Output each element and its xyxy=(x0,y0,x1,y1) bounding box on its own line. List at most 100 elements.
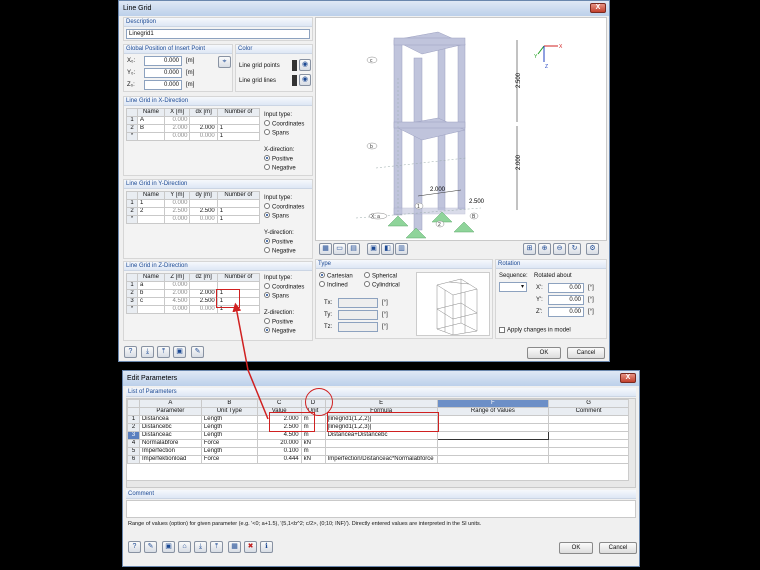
table-row[interactable]: 5 Imperfection Length 0.100 m xyxy=(127,447,629,456)
description-input[interactable]: Linegrid1 xyxy=(126,29,310,39)
cell[interactable]: c xyxy=(137,297,165,306)
cell[interactable]: m xyxy=(300,431,326,440)
cell[interactable]: m xyxy=(300,447,326,456)
cell[interactable]: B xyxy=(137,124,165,133)
table-row-selected[interactable]: 3 Distanceac Length 4.500 m Distancea+Distanc… xyxy=(127,431,629,440)
cell[interactable]: a xyxy=(137,281,165,290)
cell[interactable]: Distancea xyxy=(138,415,202,424)
open-icon[interactable]: ⌂ xyxy=(178,541,191,553)
cell[interactable]: A xyxy=(137,116,165,125)
spans-radio[interactable]: Spans xyxy=(264,212,289,220)
x0-input[interactable]: 0.000 xyxy=(144,56,182,66)
rotate-view-icon[interactable]: ↻ xyxy=(568,243,581,255)
z0-input[interactable]: 0.000 xyxy=(144,80,182,90)
cell[interactable]: 2 xyxy=(137,207,165,216)
cell[interactable]: Normalabfore xyxy=(138,439,202,448)
cell[interactable]: 2.500 xyxy=(189,207,218,216)
cell[interactable]: 0.000 xyxy=(189,215,218,224)
render-icon[interactable]: ◧ xyxy=(381,243,394,255)
cylindrical-radio[interactable]: Cylindrical xyxy=(364,281,400,289)
grid-points-color-swatch[interactable] xyxy=(292,60,297,71)
save-icon[interactable]: ▣ xyxy=(162,541,175,553)
zoom-out-icon[interactable]: ⊖ xyxy=(553,243,566,255)
cell[interactable]: Length xyxy=(200,423,258,432)
cell[interactable]: 2.000 xyxy=(189,289,218,298)
cell[interactable]: 2.500 xyxy=(163,207,191,216)
cell[interactable]: 4.500 xyxy=(163,297,191,306)
table-row[interactable]: 2 2 2.500 2.500 1 xyxy=(126,207,261,216)
spans-radio[interactable]: Spans xyxy=(264,129,289,137)
inclined-radio[interactable]: Inclined xyxy=(319,281,348,289)
cell[interactable]: 1 xyxy=(216,124,261,133)
close-button[interactable]: X xyxy=(590,3,606,13)
cell[interactable]: Length xyxy=(200,431,258,440)
cell[interactable]: b xyxy=(137,289,165,298)
import-icon[interactable]: ⤓ xyxy=(194,541,207,553)
show-labels-icon[interactable]: ▥ xyxy=(395,243,408,255)
ty-input[interactable] xyxy=(338,310,378,320)
positive-radio[interactable]: Positive xyxy=(264,318,293,326)
cell[interactable]: Length xyxy=(200,415,258,424)
edit-parameters-icon[interactable]: ✎ xyxy=(191,346,204,358)
model-3d-view[interactable]: 2.500 2.000 2.000 2.500 c b X: a 1 2 B X… xyxy=(315,17,607,241)
cell[interactable]: Imperfektionload xyxy=(138,455,202,464)
cell[interactable]: 2.000 xyxy=(163,124,191,133)
cell[interactable]: Imperfection/Distanceac*Normalabforce xyxy=(324,455,438,464)
export-icon[interactable]: ⤒ xyxy=(157,346,170,358)
negative-radio[interactable]: Negative xyxy=(264,327,296,335)
cell[interactable]: 2.500 xyxy=(189,297,218,306)
cell[interactable] xyxy=(216,116,261,125)
cell[interactable]: 1 xyxy=(137,199,165,208)
positive-radio[interactable]: Positive xyxy=(264,238,293,246)
cell[interactable] xyxy=(189,199,218,208)
ok-button[interactable]: OK xyxy=(559,542,593,554)
view-z-icon[interactable]: ▣ xyxy=(367,243,380,255)
table-row[interactable]: 1 A 0.000 xyxy=(126,116,261,125)
rz-input[interactable]: 0.00 xyxy=(548,307,584,317)
table-row[interactable]: * 0.000 0.000 1 xyxy=(126,215,261,224)
cell[interactable]: kN xyxy=(300,455,326,464)
positive-radio[interactable]: Positive xyxy=(264,155,293,163)
info-icon[interactable]: ℹ xyxy=(260,541,273,553)
cell[interactable] xyxy=(548,431,629,440)
cell[interactable] xyxy=(436,415,550,424)
rx-input[interactable]: 0.00 xyxy=(548,283,584,293)
tz-input[interactable] xyxy=(338,322,378,332)
grid-lines-color-swatch[interactable] xyxy=(292,75,297,86)
cell[interactable]: Length xyxy=(200,447,258,456)
cell[interactable] xyxy=(324,447,438,456)
cell[interactable] xyxy=(548,439,629,448)
coordinates-radio[interactable]: Coordinates xyxy=(264,203,304,211)
cell[interactable]: 0.444 xyxy=(256,455,302,464)
cell[interactable]: Force xyxy=(200,439,258,448)
coordinates-radio[interactable]: Coordinates xyxy=(264,283,304,291)
help-icon[interactable]: ? xyxy=(128,541,141,553)
sequence-select[interactable]: ▾ xyxy=(499,282,527,292)
cancel-button[interactable]: Cancel xyxy=(567,347,605,359)
ry-input[interactable]: 0.00 xyxy=(548,295,584,305)
cell[interactable]: 0.000 xyxy=(189,305,218,314)
table-row[interactable]: 4 Normalabfore Force 20.000 kN xyxy=(127,439,629,448)
view-x-icon[interactable]: ▭ xyxy=(333,243,346,255)
palette-icon[interactable]: ◉ xyxy=(299,74,311,86)
cell[interactable]: Imperfection xyxy=(138,447,202,456)
cell[interactable]: kN xyxy=(300,439,326,448)
tx-input[interactable] xyxy=(338,298,378,308)
cell[interactable] xyxy=(436,447,550,456)
table-icon[interactable]: ▦ xyxy=(228,541,241,553)
negative-radio[interactable]: Negative xyxy=(264,247,296,255)
cell[interactable] xyxy=(137,132,165,141)
y-grid-table[interactable]: Name Y [m] dy [m] Number of 1 1 0.000 2 2 2.500… xyxy=(126,191,261,224)
cell[interactable] xyxy=(548,415,629,424)
cell[interactable]: 2.000 xyxy=(189,124,218,133)
export-icon[interactable]: ⤒ xyxy=(210,541,223,553)
cell[interactable] xyxy=(324,439,438,448)
save-icon[interactable]: ▣ xyxy=(173,346,186,358)
zoom-in-icon[interactable]: ⊕ xyxy=(538,243,551,255)
cell[interactable]: 4.500 xyxy=(256,431,302,440)
view-y-icon[interactable]: ▤ xyxy=(347,243,360,255)
table-row[interactable]: 2 B 2.000 2.000 1 xyxy=(126,124,261,133)
cell[interactable]: 0.000 xyxy=(163,215,191,224)
cell[interactable]: 0.000 xyxy=(163,132,191,141)
cell[interactable]: 1 xyxy=(216,207,261,216)
